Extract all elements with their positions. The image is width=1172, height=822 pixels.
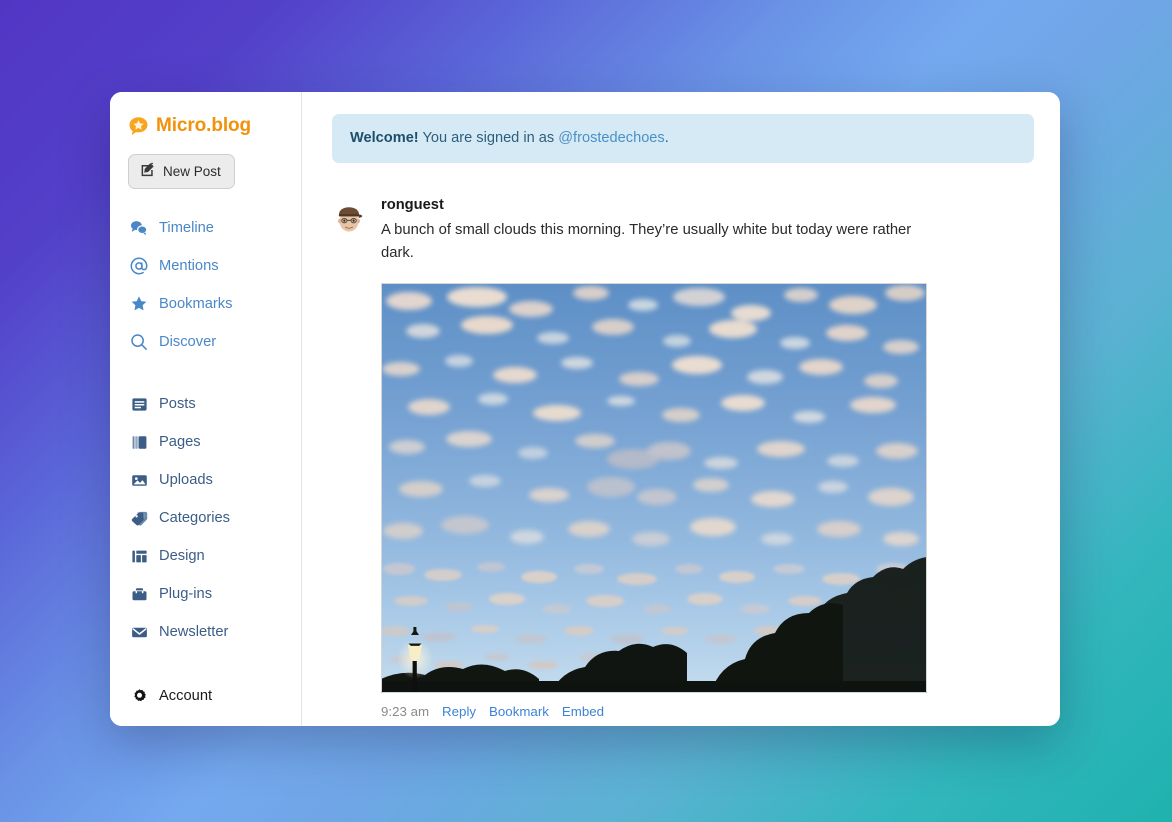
sidebar-item-label: Uploads <box>159 472 213 488</box>
post-body: ronguest A bunch of small clouds this mo… <box>381 196 1034 719</box>
search-icon <box>130 333 148 351</box>
reply-link[interactable]: Reply <box>442 704 476 719</box>
sidebar-item-label: Timeline <box>159 220 214 236</box>
sidebar-item-label: Newsletter <box>159 624 228 640</box>
memoji-avatar <box>332 202 366 236</box>
tags-icon <box>130 509 148 527</box>
sidebar-item-uploads[interactable]: Uploads <box>110 461 301 499</box>
sidebar-item-pages[interactable]: Pages <box>110 423 301 461</box>
sidebar-item-bookmarks[interactable]: Bookmarks <box>110 285 301 323</box>
brand[interactable]: Micro.blog <box>110 112 301 140</box>
star-icon <box>130 295 148 313</box>
app-window: Micro.blog New Post <box>110 92 1060 726</box>
sidebar-item-label: Categories <box>159 510 230 526</box>
sidebar-item-mentions[interactable]: Mentions <box>110 247 301 285</box>
new-post-label: New Post <box>163 164 221 179</box>
sidebar-item-label: Bookmarks <box>159 296 232 312</box>
sidebar-item-label: Posts <box>159 396 196 412</box>
banner-bold-text: Welcome! <box>350 130 419 146</box>
compose-pencil-icon <box>140 162 156 181</box>
gear-icon <box>130 687 148 705</box>
sidebar-item-timeline[interactable]: Timeline <box>110 209 301 247</box>
sidebar-item-newsletter[interactable]: Newsletter <box>110 613 301 651</box>
book-icon <box>130 433 148 451</box>
sidebar-item-plugins[interactable]: Plug-ins <box>110 575 301 613</box>
sidebar-item-label: Pages <box>159 434 201 450</box>
toolbox-icon <box>130 585 148 603</box>
post-meta: 9:23 am Reply Bookmark Embed <box>381 704 1034 719</box>
star-speech-bubble-icon <box>128 116 149 137</box>
post-photo[interactable] <box>381 283 927 693</box>
post-author[interactable]: ronguest <box>381 197 444 213</box>
avatar[interactable] <box>332 202 366 236</box>
at-sign-icon <box>130 257 148 275</box>
sidebar-item-design[interactable]: Design <box>110 537 301 575</box>
photo-icon <box>130 471 148 489</box>
banner-period: . <box>665 130 669 146</box>
sidebar-item-categories[interactable]: Categories <box>110 499 301 537</box>
nav-group-site: Posts Pages <box>110 385 301 651</box>
envelope-icon <box>130 623 148 641</box>
sidebar-item-label: Plug-ins <box>159 586 212 602</box>
layout-grid-icon <box>130 547 148 565</box>
welcome-banner: Welcome! You are signed in as @frostedec… <box>332 114 1034 163</box>
sidebar-item-label: Mentions <box>159 258 219 274</box>
sidebar-item-label: Discover <box>159 334 216 350</box>
sidebar-item-label: Account <box>159 688 212 704</box>
main-content: Welcome! You are signed in as @frostedec… <box>302 92 1060 726</box>
new-post-button[interactable]: New Post <box>128 154 235 189</box>
embed-link[interactable]: Embed <box>562 704 604 719</box>
brand-name: Micro.blog <box>156 115 251 137</box>
sidebar-item-label: Design <box>159 548 205 564</box>
banner-text: You are signed in as <box>419 130 559 146</box>
post-text: A bunch of small clouds this morning. Th… <box>381 219 926 265</box>
circle-arrow-up-icon <box>130 725 148 726</box>
speech-bubbles-icon <box>130 219 148 237</box>
nav-group-account: Account Plans <box>110 677 301 726</box>
sidebar: Micro.blog New Post <box>110 92 302 726</box>
banner-handle-link[interactable]: @frostedechoes <box>558 130 665 146</box>
sidebar-item-account[interactable]: Account <box>110 677 301 715</box>
sidebar-item-posts[interactable]: Posts <box>110 385 301 423</box>
sidebar-item-plans[interactable]: Plans <box>110 715 301 726</box>
nav-group-primary: Timeline Mentions Bookma <box>110 209 301 361</box>
post-timestamp: 9:23 am <box>381 704 429 719</box>
document-icon <box>130 395 148 413</box>
sidebar-item-discover[interactable]: Discover <box>110 323 301 361</box>
post-item: ronguest A bunch of small clouds this mo… <box>332 196 1034 719</box>
bookmark-link[interactable]: Bookmark <box>489 704 549 719</box>
